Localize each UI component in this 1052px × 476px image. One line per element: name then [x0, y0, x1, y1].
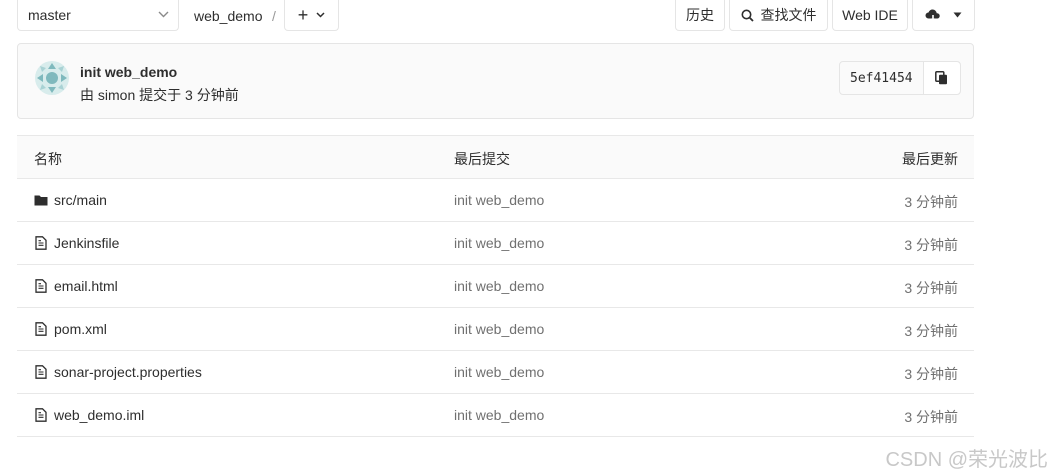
- file-icon: [35, 236, 47, 250]
- file-last-update: 3 分钟前: [904, 280, 958, 296]
- search-icon: [741, 9, 754, 22]
- file-tree-table: 名称 最后提交 最后更新 src/main init web_demo 3 分钟前 J…: [17, 135, 974, 437]
- file-name-cell[interactable]: Jenkinsfile: [34, 235, 119, 251]
- file-name[interactable]: src/main: [54, 192, 107, 208]
- commit-sha-group: 5ef41454: [839, 61, 961, 95]
- chevron-down-icon: [158, 11, 169, 18]
- file-name-cell[interactable]: pom.xml: [34, 321, 107, 337]
- file-name-cell[interactable]: src/main: [34, 192, 107, 208]
- commit-meta: 由 simon 提交于 3 分钟前: [80, 87, 239, 103]
- table-row[interactable]: sonar-project.properties init web_demo 3 分…: [17, 351, 974, 394]
- web-ide-label: Web IDE: [842, 7, 898, 23]
- web-ide-button[interactable]: Web IDE: [832, 0, 908, 31]
- file-name[interactable]: sonar-project.properties: [54, 364, 202, 380]
- breadcrumb-separator: /: [272, 8, 276, 24]
- file-last-update: 3 分钟前: [904, 194, 958, 210]
- add-dropdown-button[interactable]: +: [284, 0, 339, 31]
- branch-selector[interactable]: master: [17, 0, 179, 31]
- commit-title[interactable]: init web_demo: [80, 64, 177, 80]
- file-name-cell[interactable]: web_demo.iml: [34, 407, 144, 423]
- find-file-button[interactable]: 查找文件: [729, 0, 828, 31]
- file-name[interactable]: pom.xml: [54, 321, 107, 337]
- file-last-update: 3 分钟前: [904, 237, 958, 253]
- file-last-update: 3 分钟前: [904, 323, 958, 339]
- file-last-update: 3 分钟前: [904, 409, 958, 425]
- watermark: CSDN @荣光波比: [885, 449, 1048, 471]
- plus-icon: +: [297, 4, 309, 25]
- file-name-cell[interactable]: sonar-project.properties: [34, 364, 202, 380]
- table-row[interactable]: Jenkinsfile init web_demo 3 分钟前: [17, 222, 974, 265]
- copy-sha-button[interactable]: [923, 62, 960, 94]
- copy-icon: [935, 71, 948, 85]
- branch-name: master: [28, 7, 71, 23]
- table-header: 名称 最后提交 最后更新: [17, 135, 974, 179]
- chevron-down-icon: [953, 12, 962, 18]
- cloud-download-icon: [925, 9, 940, 22]
- folder-icon: [34, 195, 48, 206]
- table-row[interactable]: email.html init web_demo 3 分钟前: [17, 265, 974, 308]
- file-name-cell[interactable]: email.html: [34, 278, 118, 294]
- file-name[interactable]: email.html: [54, 278, 118, 294]
- file-last-commit[interactable]: init web_demo: [454, 407, 544, 423]
- header-last-update: 最后更新: [902, 151, 958, 167]
- avatar[interactable]: [35, 61, 69, 95]
- file-icon: [35, 365, 47, 379]
- file-icon: [35, 279, 47, 293]
- file-last-commit[interactable]: init web_demo: [454, 278, 544, 294]
- file-last-commit[interactable]: init web_demo: [454, 364, 544, 380]
- chevron-down-icon: [316, 12, 325, 18]
- file-last-commit[interactable]: init web_demo: [454, 235, 544, 251]
- file-last-commit[interactable]: init web_demo: [454, 192, 544, 208]
- file-last-update: 3 分钟前: [904, 366, 958, 382]
- file-icon: [35, 322, 47, 336]
- breadcrumb-project[interactable]: web_demo: [194, 8, 263, 24]
- table-row[interactable]: src/main init web_demo 3 分钟前: [17, 179, 974, 222]
- history-button[interactable]: 历史: [675, 0, 725, 31]
- last-commit-panel: init web_demo 由 simon 提交于 3 分钟前 5ef41454: [17, 43, 974, 119]
- header-last-commit: 最后提交: [454, 151, 510, 167]
- download-dropdown-button[interactable]: [912, 0, 975, 31]
- file-icon: [35, 408, 47, 422]
- header-name: 名称: [34, 151, 62, 167]
- file-last-commit[interactable]: init web_demo: [454, 321, 544, 337]
- commit-sha[interactable]: 5ef41454: [840, 62, 924, 94]
- table-row[interactable]: web_demo.iml init web_demo 3 分钟前: [17, 394, 974, 437]
- history-label: 历史: [686, 7, 714, 23]
- file-name[interactable]: Jenkinsfile: [54, 235, 119, 251]
- file-name[interactable]: web_demo.iml: [54, 407, 144, 423]
- table-row[interactable]: pom.xml init web_demo 3 分钟前: [17, 308, 974, 351]
- find-file-label: 查找文件: [760, 7, 817, 23]
